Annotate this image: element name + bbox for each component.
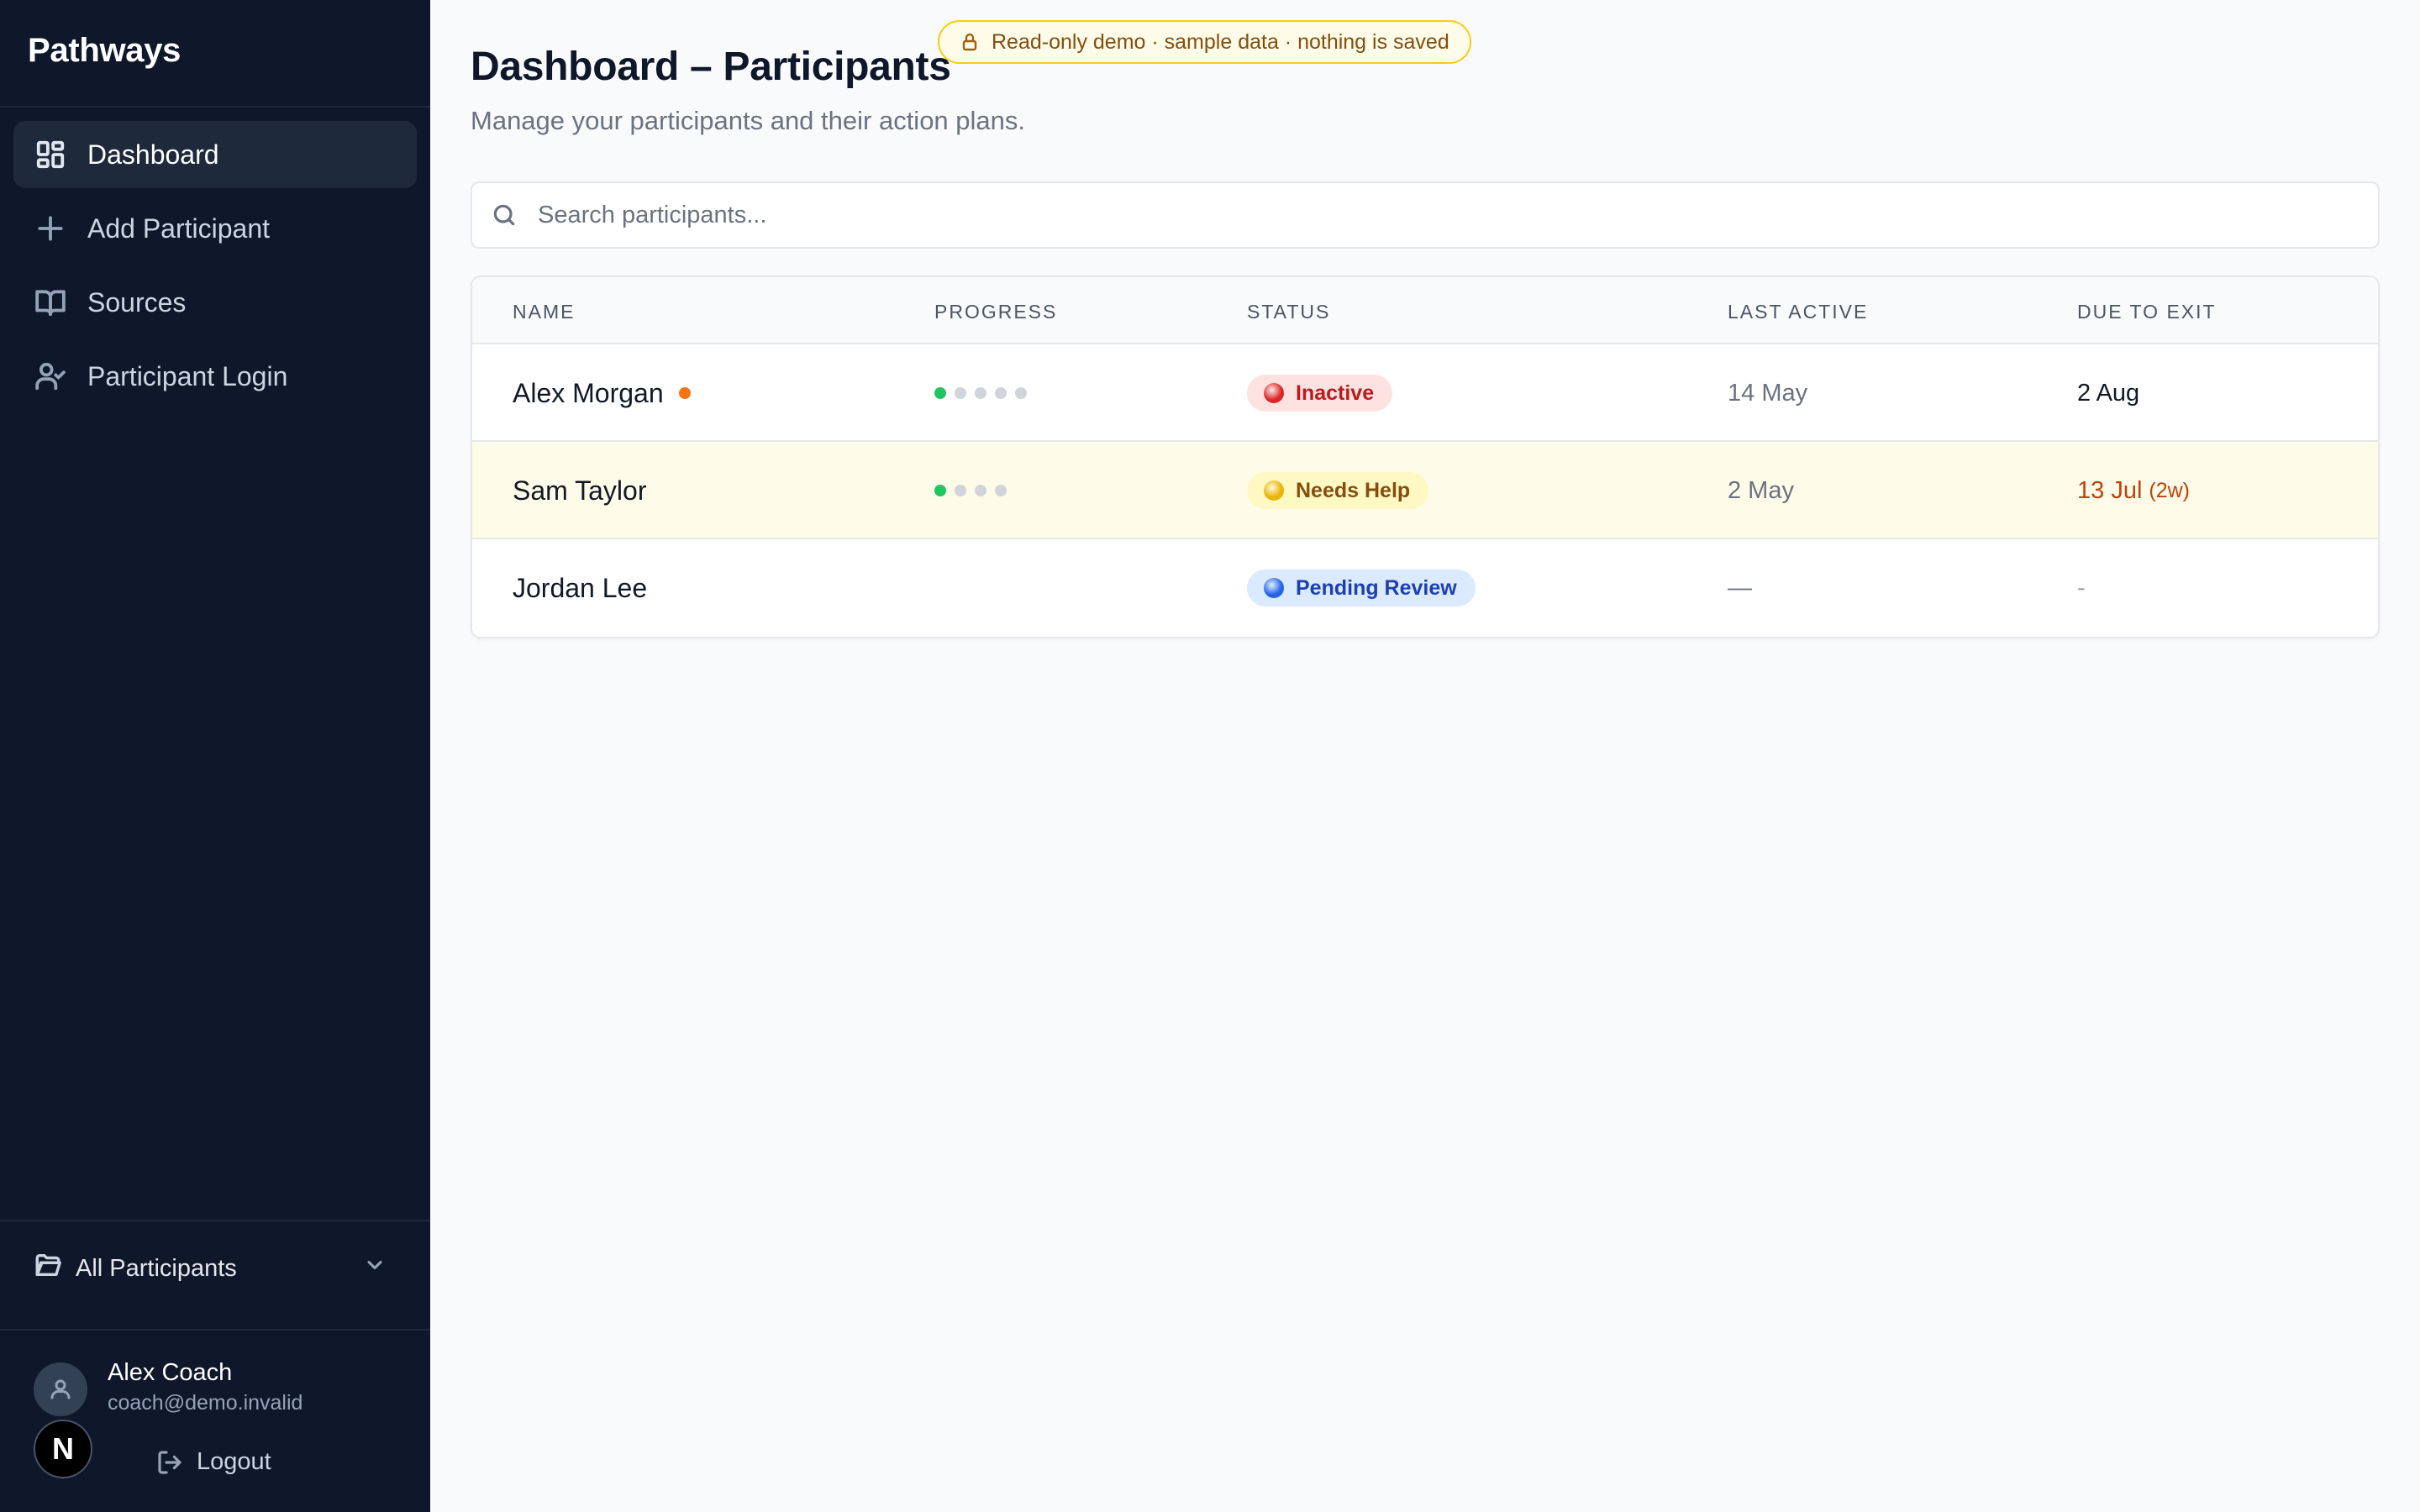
participant-name-cell: Alex Morgan	[513, 344, 691, 442]
plus-icon	[34, 212, 67, 245]
sidebar-item-label: Add Participant	[87, 213, 271, 244]
sidebar-item-sources[interactable]: Sources	[13, 269, 417, 336]
sidebar-divider	[0, 106, 430, 108]
due-to-exit-cell: -	[2077, 539, 2086, 637]
sidebar-item-participant-login[interactable]: Participant Login	[13, 343, 417, 410]
progress-cell	[934, 442, 1015, 539]
column-header-last-active[interactable]: LAST ACTIVE	[1728, 301, 1868, 323]
due-date: 13 Jul	[2077, 476, 2143, 504]
page-title: Dashboard – Participants	[471, 45, 951, 89]
progress-step-pending	[1015, 387, 1027, 399]
search-input[interactable]	[538, 201, 2302, 229]
progress-step-pending	[995, 387, 1007, 399]
app-logo-text: Pathways	[28, 32, 182, 69]
sidebar-nav: Dashboard Add Participant Sources Partic…	[13, 121, 417, 417]
last-active-cell: 14 May	[1728, 379, 1808, 407]
user-check-icon	[34, 360, 67, 393]
user-email: coach@demo.invalid	[108, 1391, 303, 1415]
avatar	[34, 1362, 87, 1416]
due-countdown: (2w)	[2149, 478, 2190, 502]
table-header: NAME PROGRESS STATUS LAST ACTIVE DUE TO …	[472, 277, 2378, 344]
progress-step-complete	[934, 387, 946, 399]
sidebar-item-label: Dashboard	[87, 139, 219, 170]
user-name: Alex Coach	[108, 1359, 233, 1386]
framework-badge[interactable]: N	[34, 1420, 92, 1478]
table-row[interactable]: Sam Taylor Needs Help 2 May 13 Jul (2w)	[472, 442, 2378, 539]
progress-step-pending	[955, 387, 966, 399]
demo-banner: Read-only demo · sample data · nothing i…	[938, 20, 1471, 64]
status-dot-icon	[1264, 383, 1284, 403]
participant-name-cell: Jordan Lee	[513, 539, 647, 637]
logout-label: Logout	[197, 1448, 271, 1475]
due-date: -	[2077, 574, 2086, 601]
column-header-due-to-exit[interactable]: DUE TO EXIT	[2077, 301, 2217, 323]
status-cell: Needs Help	[1247, 442, 1429, 539]
sidebar-divider	[0, 1220, 430, 1221]
participant-name[interactable]: Jordan Lee	[513, 573, 647, 604]
lock-icon	[962, 33, 977, 51]
status-badge: Pending Review	[1247, 570, 1476, 606]
table-row[interactable]: Alex Morgan Inactive 14 May 2 Aug	[472, 344, 2378, 442]
page-subtitle: Manage your participants and their actio…	[471, 106, 1026, 135]
progress-step-pending	[975, 485, 986, 496]
status-label: Inactive	[1296, 381, 1375, 405]
participants-table: NAME PROGRESS STATUS LAST ACTIVE DUE TO …	[471, 276, 2380, 638]
progress-step-complete	[934, 485, 946, 496]
participant-group-select[interactable]: All Participants	[34, 1242, 387, 1295]
status-dot-icon	[1264, 480, 1284, 501]
participant-name[interactable]: Sam Taylor	[513, 475, 646, 507]
due-date: 2 Aug	[2077, 379, 2140, 407]
sidebar-item-add-participant[interactable]: Add Participant	[13, 195, 417, 262]
logout-icon	[158, 1450, 182, 1474]
alert-indicator-dot	[678, 387, 691, 399]
sidebar: Pathways Dashboard Add Participant Sourc…	[0, 0, 430, 1512]
status-cell: Inactive	[1247, 344, 1393, 442]
sidebar-item-dashboard[interactable]: Dashboard	[13, 121, 417, 188]
status-badge: Needs Help	[1247, 472, 1429, 509]
participant-name-cell: Sam Taylor	[513, 442, 646, 539]
logout-button[interactable]: Logout	[156, 1448, 271, 1476]
participant-name[interactable]: Alex Morgan	[513, 378, 664, 409]
progress-cell	[934, 344, 1035, 442]
group-select-label: All Participants	[76, 1254, 237, 1282]
sidebar-item-label: Sources	[87, 286, 187, 318]
user-icon	[50, 1379, 71, 1399]
sidebar-divider	[0, 1329, 430, 1331]
search-icon	[493, 204, 515, 226]
last-active-cell: 2 May	[1728, 476, 1794, 504]
status-badge: Inactive	[1247, 375, 1393, 412]
column-header-name[interactable]: NAME	[513, 301, 575, 323]
status-cell: Pending Review	[1247, 539, 1476, 637]
due-to-exit-cell: 13 Jul (2w)	[2077, 442, 2190, 539]
book-open-icon	[34, 286, 67, 319]
sidebar-item-label: Participant Login	[87, 360, 288, 391]
demo-banner-text: Read-only demo · sample data · nothing i…	[992, 29, 1449, 54]
dashboard-grid-icon	[34, 138, 67, 171]
table-row[interactable]: Jordan Lee Pending Review — -	[472, 539, 2378, 637]
progress-step-pending	[955, 485, 966, 496]
chevron-down-icon	[363, 1253, 387, 1284]
column-header-progress[interactable]: PROGRESS	[934, 301, 1057, 323]
table-body: Alex Morgan Inactive 14 May 2 Aug Sam Taylor…	[472, 344, 2378, 637]
status-dot-icon	[1264, 578, 1284, 598]
progress-step-pending	[975, 387, 986, 399]
status-label: Needs Help	[1296, 478, 1411, 502]
last-active-cell: —	[1728, 574, 1752, 601]
folder-icon	[34, 1251, 62, 1286]
column-header-status[interactable]: STATUS	[1247, 301, 1330, 323]
status-label: Pending Review	[1296, 575, 1457, 600]
progress-step-pending	[995, 485, 1007, 496]
due-to-exit-cell: 2 Aug	[2077, 344, 2139, 442]
search-bar	[471, 181, 2380, 249]
